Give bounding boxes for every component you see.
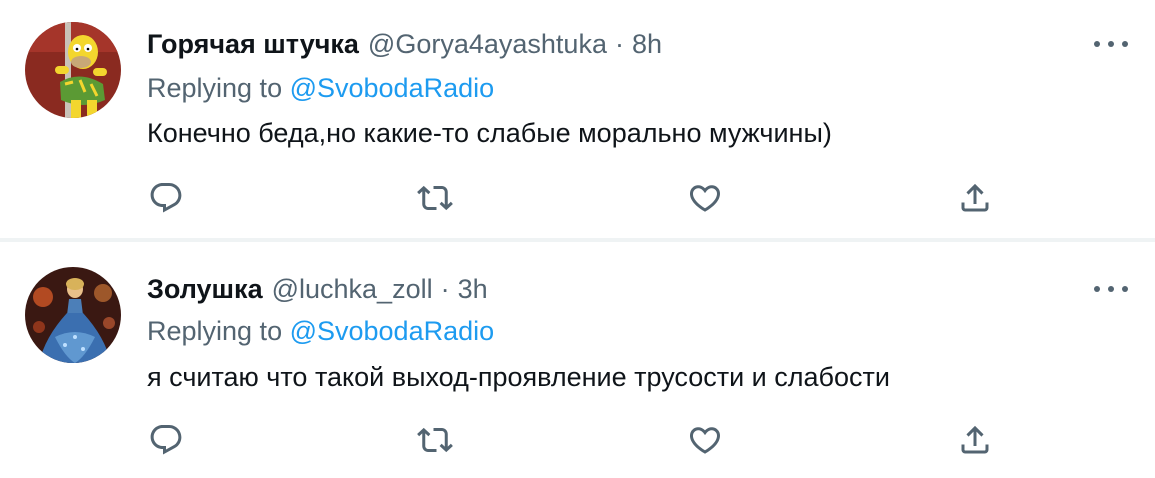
tweet[interactable]: Золушка @luchka_zoll · 3h Replying to @S… <box>0 242 1155 478</box>
user-handle[interactable]: @Gorya4ayashtuka <box>368 26 607 62</box>
replying-to: Replying to @SvobodaRadio <box>147 71 494 105</box>
more-icon-dot <box>1108 286 1114 292</box>
replying-prefix: Replying to <box>147 316 290 346</box>
like-button[interactable] <box>683 418 727 462</box>
retweet-button[interactable] <box>413 418 457 462</box>
princess-avatar-icon <box>25 267 121 363</box>
tweet[interactable]: Горячая штучка @Gorya4ayashtuka · 8h Rep… <box>0 0 1155 238</box>
reply-button[interactable] <box>144 176 188 220</box>
more-icon-dot <box>1122 41 1128 47</box>
reply-icon <box>150 183 182 213</box>
more-icon <box>1094 286 1100 292</box>
more-icon <box>1094 41 1100 47</box>
timestamp[interactable]: 3h <box>458 271 488 307</box>
retweet-icon <box>417 427 453 453</box>
like-icon <box>689 427 721 454</box>
action-bar <box>0 176 1155 220</box>
more-options-button[interactable] <box>1094 34 1128 54</box>
replying-prefix: Replying to <box>147 73 290 103</box>
cartoon-avatar-icon <box>25 22 121 118</box>
share-button[interactable] <box>953 418 997 462</box>
more-icon-dot <box>1108 41 1114 47</box>
replying-to-mention[interactable]: @SvobodaRadio <box>290 73 495 103</box>
retweet-icon <box>417 185 453 211</box>
replying-to: Replying to @SvobodaRadio <box>147 314 494 348</box>
tweet-text: Конечно беда,но какие-то слабые морально… <box>147 118 832 148</box>
separator: · <box>440 274 450 304</box>
timestamp[interactable]: 8h <box>632 26 662 62</box>
like-button[interactable] <box>683 176 727 220</box>
replying-to-mention[interactable]: @SvobodaRadio <box>290 316 495 346</box>
separator: · <box>614 29 624 59</box>
more-options-button[interactable] <box>1094 279 1128 299</box>
action-bar <box>0 418 1155 462</box>
share-icon <box>961 183 989 212</box>
avatar[interactable] <box>25 22 121 118</box>
user-handle[interactable]: @luchka_zoll <box>272 271 433 307</box>
display-name[interactable]: Горячая штучка <box>147 26 359 62</box>
tweet-header: Горячая штучка @Gorya4ayashtuka · 8h <box>147 26 662 62</box>
reply-button[interactable] <box>144 418 188 462</box>
share-button[interactable] <box>953 176 997 220</box>
retweet-button[interactable] <box>413 176 457 220</box>
display-name[interactable]: Золушка <box>147 271 263 307</box>
share-icon <box>961 425 989 454</box>
tweet-text: я считаю что такой выход-проявление трус… <box>147 362 890 392</box>
avatar[interactable] <box>25 267 121 363</box>
reply-icon <box>150 425 182 455</box>
tweet-header: Золушка @luchka_zoll · 3h <box>147 271 488 307</box>
like-icon <box>689 185 721 212</box>
more-icon-dot <box>1122 286 1128 292</box>
